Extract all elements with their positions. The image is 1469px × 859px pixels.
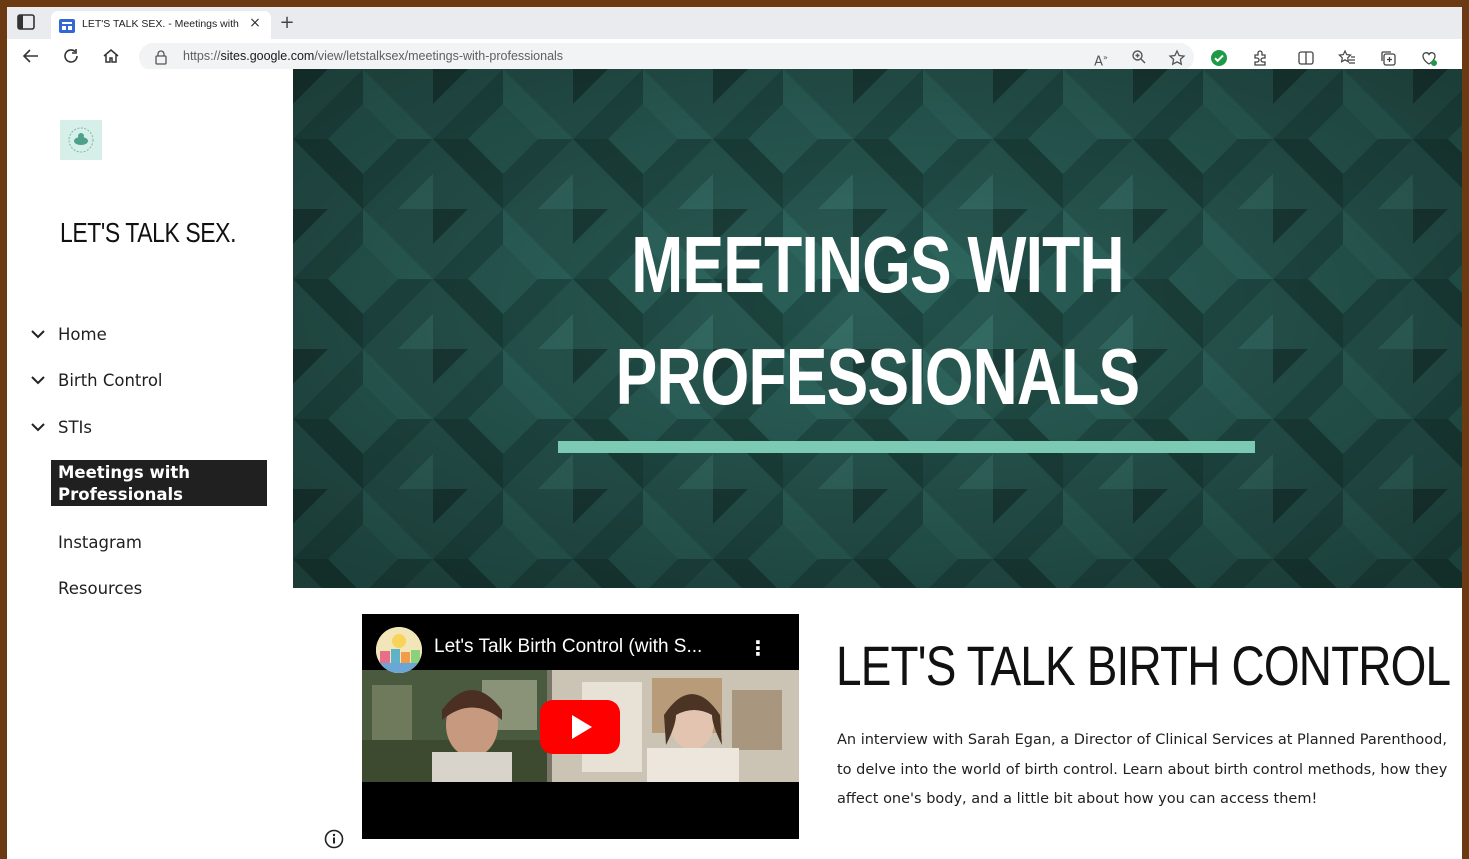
google-sites-icon: [59, 18, 75, 33]
back-icon[interactable]: [21, 47, 41, 67]
tab-strip: LET'S TALK SEX. - Meetings with × +: [7, 7, 1462, 39]
url-scheme: https://: [183, 49, 221, 63]
extensions-icon[interactable]: [1251, 49, 1269, 67]
chevron-down-icon[interactable]: [30, 419, 46, 435]
hero-divider: [558, 441, 1255, 453]
refresh-icon[interactable]: [61, 47, 81, 67]
tab-close-icon[interactable]: ×: [247, 15, 263, 31]
new-tab-icon[interactable]: +: [277, 13, 297, 33]
browser-tab[interactable]: LET'S TALK SEX. - Meetings with ×: [51, 11, 271, 39]
chevron-down-icon[interactable]: [30, 326, 46, 342]
video-title-bar: Let's Talk Birth Control (with S... ⋮: [362, 614, 799, 673]
sidebar-item-label: Resources: [58, 579, 143, 598]
favorite-star-icon[interactable]: [1168, 49, 1186, 67]
home-icon[interactable]: [101, 47, 121, 67]
site-sidebar: LET'S TALK SEX. Home Birth Control STIs …: [7, 69, 293, 859]
site-logo[interactable]: [60, 120, 102, 160]
tab-title: LET'S TALK SEX. - Meetings with: [82, 18, 239, 30]
sidebar-item-home[interactable]: Home: [30, 321, 270, 351]
sidebar-item-stis[interactable]: STIs: [30, 414, 270, 444]
split-screen-icon[interactable]: [1297, 49, 1315, 67]
hero-banner: MEETINGS WITH PROFESSIONALS: [293, 69, 1462, 588]
channel-avatar[interactable]: [376, 627, 422, 673]
url-path: /view/letstalksex/meetings-with-professi…: [314, 49, 564, 63]
favorites-icon[interactable]: [1338, 49, 1356, 67]
chevron-down-icon[interactable]: [30, 372, 46, 388]
sidebar-item-label: Birth Control: [58, 371, 163, 390]
url-text[interactable]: https://sites.google.com/view/letstalkse…: [183, 49, 563, 63]
tab-actions-icon[interactable]: [17, 14, 35, 30]
browser-essentials-icon[interactable]: [1420, 49, 1438, 67]
section-heading: LET'S TALK BIRTH CONTROL: [836, 634, 1451, 697]
sidebar-item-meetings-with-professionals[interactable]: Meetings with Professionals: [51, 460, 267, 506]
sidebar-item-birth-control[interactable]: Birth Control: [30, 367, 270, 397]
hero-title-line-2: PROFESSIONALS: [615, 332, 1141, 421]
collections-icon[interactable]: [1379, 49, 1397, 67]
url-host: sites.google.com: [220, 49, 315, 63]
browser-window: LET'S TALK SEX. - Meetings with × + http…: [7, 7, 1462, 859]
sidebar-item-resources[interactable]: Resources: [30, 575, 270, 605]
site-title[interactable]: LET'S TALK SEX.: [60, 217, 236, 249]
hero-title-line-1: MEETINGS WITH: [631, 220, 1124, 309]
sidebar-item-label: Meetings with Professionals: [58, 463, 190, 504]
address-bar[interactable]: https://sites.google.com/view/letstalkse…: [139, 43, 1194, 71]
sidebar-item-instagram[interactable]: Instagram: [30, 529, 270, 559]
lock-icon[interactable]: [153, 49, 169, 65]
sidebar-item-label: STIs: [58, 418, 93, 437]
section-description: An interview with Sarah Egan, a Director…: [837, 732, 1448, 807]
info-icon[interactable]: [324, 829, 344, 849]
diamond-pattern-background: [293, 69, 1462, 588]
zoom-icon[interactable]: [1130, 49, 1148, 67]
read-aloud-icon[interactable]: A»: [1092, 49, 1110, 69]
video-title[interactable]: Let's Talk Birth Control (with S...: [434, 636, 702, 658]
youtube-play-icon[interactable]: [540, 700, 620, 754]
more-options-icon[interactable]: ⋮: [748, 636, 768, 660]
sidebar-item-label: Instagram: [58, 533, 142, 552]
extension-check-icon[interactable]: [1210, 49, 1228, 67]
youtube-video-embed[interactable]: Let's Talk Birth Control (with S... ⋮: [362, 614, 799, 839]
sidebar-item-label: Home: [58, 325, 107, 344]
